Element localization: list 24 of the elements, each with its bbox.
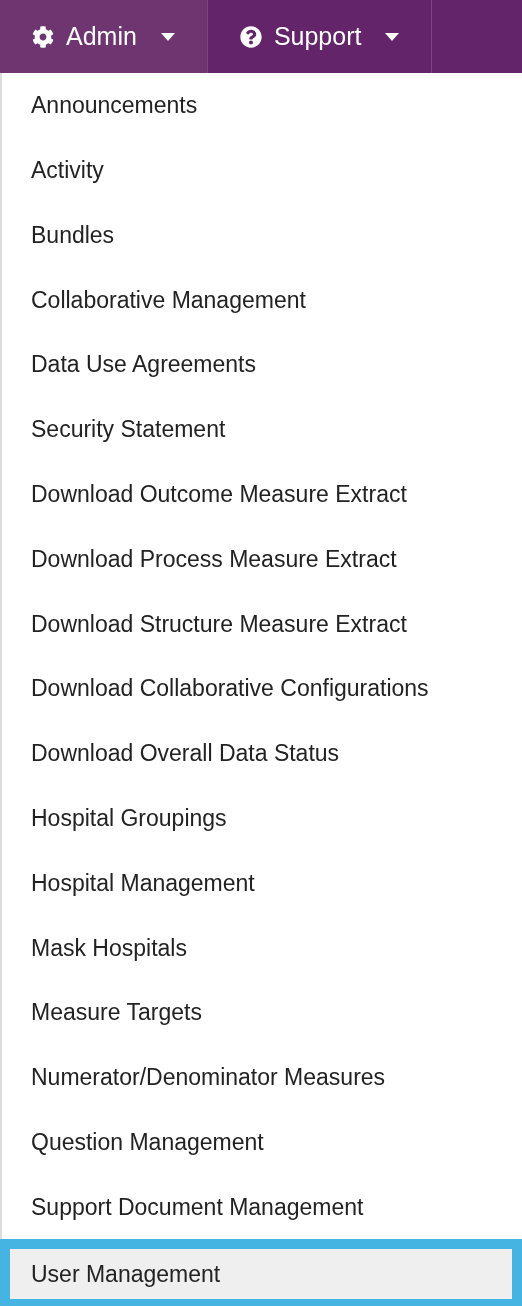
menu-item[interactable]: Question Management xyxy=(2,1109,522,1175)
menu-item[interactable]: Download Structure Measure Extract xyxy=(2,591,522,657)
menu-item[interactable]: Security Statement xyxy=(2,397,522,462)
menu-item[interactable]: Download Outcome Measure Extract xyxy=(2,461,522,527)
gear-icon xyxy=(32,25,54,48)
menu-item[interactable]: Support Document Management xyxy=(2,1174,522,1240)
menu-item[interactable]: Hospital Management xyxy=(2,850,522,916)
menu-item[interactable]: Hospital Groupings xyxy=(2,785,522,851)
menu-item[interactable]: Download Overall Data Status xyxy=(2,720,522,786)
menu-item[interactable]: User Management xyxy=(0,1239,522,1306)
menu-item[interactable]: Mask Hospitals xyxy=(2,915,522,981)
caret-icon xyxy=(385,32,400,41)
menu-item[interactable]: Numerator/Denominator Measures xyxy=(2,1044,522,1110)
menu-item[interactable]: Download Process Measure Extract xyxy=(2,526,522,592)
nav-menu-button[interactable]: Admin xyxy=(0,0,208,73)
question-icon xyxy=(239,25,262,48)
menu-item[interactable]: Download Collaborative Configurations xyxy=(2,656,522,721)
menu-item[interactable]: Data Use Agreements xyxy=(2,332,522,397)
menu-item[interactable]: Measure Targets xyxy=(2,980,522,1045)
menu-item[interactable]: Bundles xyxy=(2,202,522,268)
menu-item[interactable]: Announcements xyxy=(2,73,522,138)
menu-item[interactable]: Activity xyxy=(2,137,522,203)
caret-icon xyxy=(160,32,175,41)
menu-item[interactable]: Collaborative Management xyxy=(2,267,522,333)
